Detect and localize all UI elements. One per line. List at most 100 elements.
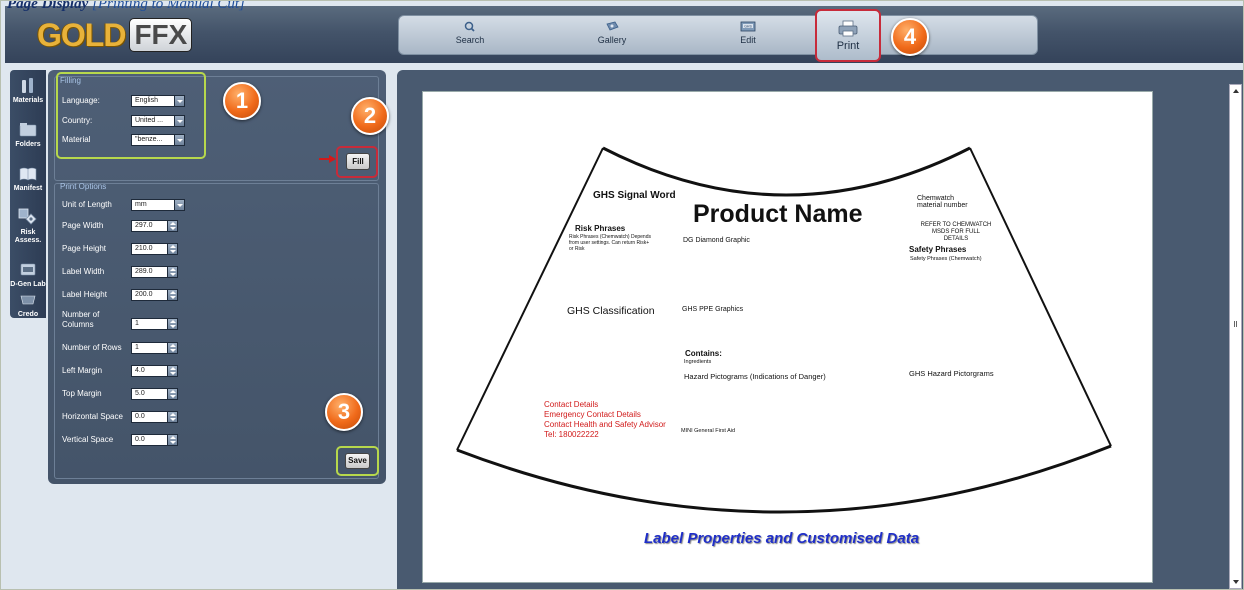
save-button[interactable]: Save [345,453,370,469]
label-width-label: Label Width [62,267,105,276]
callout-2: 2 [351,97,389,135]
print-button[interactable]: Print [815,9,881,62]
ghs-signal-word: GHS Signal Word [593,190,676,201]
contact-phone: Tel: 180022222 [544,430,599,439]
scroll-up-icon[interactable] [1233,89,1239,93]
spinner-icon [167,366,177,376]
doc-caption: Page Display [Printing to Manual Cut] [7,0,245,13]
fill-button[interactable]: Fill [346,153,370,170]
page-height-value: 210.0 [135,245,153,252]
ghs-classification: GHS Classification [567,305,655,317]
rows-value: 1 [135,344,139,351]
highlight-filling [56,72,206,159]
sidebar-strip: Materials Folders Manifest Risk Assess. [10,70,46,318]
risk-phrases-line3: or Risk [569,246,585,252]
product-name: Product Name [693,200,863,228]
credo-icon [20,295,36,305]
v-space-value: 0.0 [135,436,145,443]
safety-phrases-title: Safety Phrases [909,245,967,254]
gallery-icon [606,21,619,31]
logo-gold: GOLD [37,16,126,53]
sidebar-label-manifest: Manifest [13,185,43,192]
chemwatch-line2: material number [917,202,968,209]
sidebar-item-materials[interactable]: Materials [10,72,46,116]
spinner-icon [167,389,177,399]
sidebar-item-credo[interactable]: Credo [10,286,46,330]
arrow-right-icon [319,155,336,163]
print-label: Print [836,40,860,52]
spinner-icon [167,244,177,254]
contains-text: Ingredients [684,359,712,365]
h-space-value: 0.0 [135,413,145,420]
printer-icon [838,20,858,37]
refer-line1: REFER TO CHEMWATCH [920,222,992,228]
scroll-down-icon[interactable] [1233,580,1239,584]
search-label: Search [455,35,485,45]
page-height-stepper[interactable]: 210.0 [131,243,178,255]
edit-button[interactable]: GHS Edit [713,18,783,52]
chemwatch-line1: Chemwatch [917,195,954,202]
materials-icon [22,78,33,93]
first-aid-text: MINI General First Aid [681,428,736,434]
v-space-label: Vertical Space [62,435,114,444]
page-width-value: 297.0 [135,222,153,229]
dgen-icon [20,263,36,276]
columns-stepper[interactable]: 1 [131,318,178,330]
sidebar-item-folders[interactable]: Folders [10,116,46,160]
columns-value: 1 [135,320,139,327]
label-height-stepper[interactable]: 200.0 [131,289,178,301]
rows-stepper[interactable]: 1 [131,342,178,354]
edit-label: Edit [740,35,756,45]
h-space-stepper[interactable]: 0.0 [131,411,178,423]
page-width-label: Page Width [62,221,104,230]
left-margin-value: 4.0 [135,367,145,374]
callout-3: 3 [325,393,363,431]
callout-4: 4 [891,18,929,56]
sidebar-label-materials: Materials [12,97,44,104]
caption-bold: Page Display [7,0,89,12]
unit-select[interactable]: mm [131,199,185,211]
manifest-icon [19,167,37,181]
v-space-stepper[interactable]: 0.0 [131,434,178,446]
unit-label: Unit of Length [62,200,112,209]
ghs-hazard-pictograms: GHS Hazard Pictorgrams [909,369,994,378]
scroll-grip-icon[interactable] [1234,321,1237,327]
sidebar-label-credo: Credo [17,311,39,318]
search-icon [464,21,475,32]
label-height-value: 200.0 [135,291,153,298]
vertical-scrollbar[interactable] [1229,84,1242,589]
edit-icon: GHS [740,21,756,32]
gallery-button[interactable]: Gallery [577,18,647,52]
sidebar-item-risk[interactable]: Risk Assess. [10,204,46,254]
app-logo: GOLD FFX [37,16,193,53]
label-height-label: Label Height [62,290,107,299]
refer-line3: DETAILS [943,236,969,242]
columns-label-line1: Number of [62,310,100,319]
page-height-label: Page Height [62,244,107,253]
print-options-title: Print Options [60,182,107,191]
spinner-icon [167,343,177,353]
label-width-stepper[interactable]: 289.0 [131,266,178,278]
top-margin-value: 5.0 [135,390,145,397]
emergency-contact: Emergency Contact Details [544,410,641,419]
page-width-stepper[interactable]: 297.0 [131,220,178,232]
top-margin-label: Top Margin [62,389,102,398]
print-page: GHS Signal Word Product Name Chemwatch m… [422,91,1153,583]
unit-value: mm [135,201,147,208]
label-properties-caption: Label Properties and Customised Data [644,530,920,547]
hazard-pictograms-text: Hazard Pictograms (Indications of Danger… [684,372,826,381]
sidebar-item-manifest[interactable]: Manifest [10,160,46,204]
callout-1: 1 [223,82,261,120]
search-button[interactable]: Search [435,18,505,52]
spinner-icon [167,319,177,329]
label-outline [456,146,1112,514]
sidebar-label-folders: Folders [15,141,41,148]
caption-rest: [Printing to Manual Cut] [88,0,245,12]
sidebar-label-risk: Risk Assess. [14,229,42,244]
top-margin-stepper[interactable]: 5.0 [131,388,178,400]
spinner-icon [167,267,177,277]
spinner-icon [167,290,177,300]
gallery-label: Gallery [597,35,627,45]
health-safety-advisor: Contact Health and Safety Advisor [544,420,666,429]
left-margin-stepper[interactable]: 4.0 [131,365,178,377]
